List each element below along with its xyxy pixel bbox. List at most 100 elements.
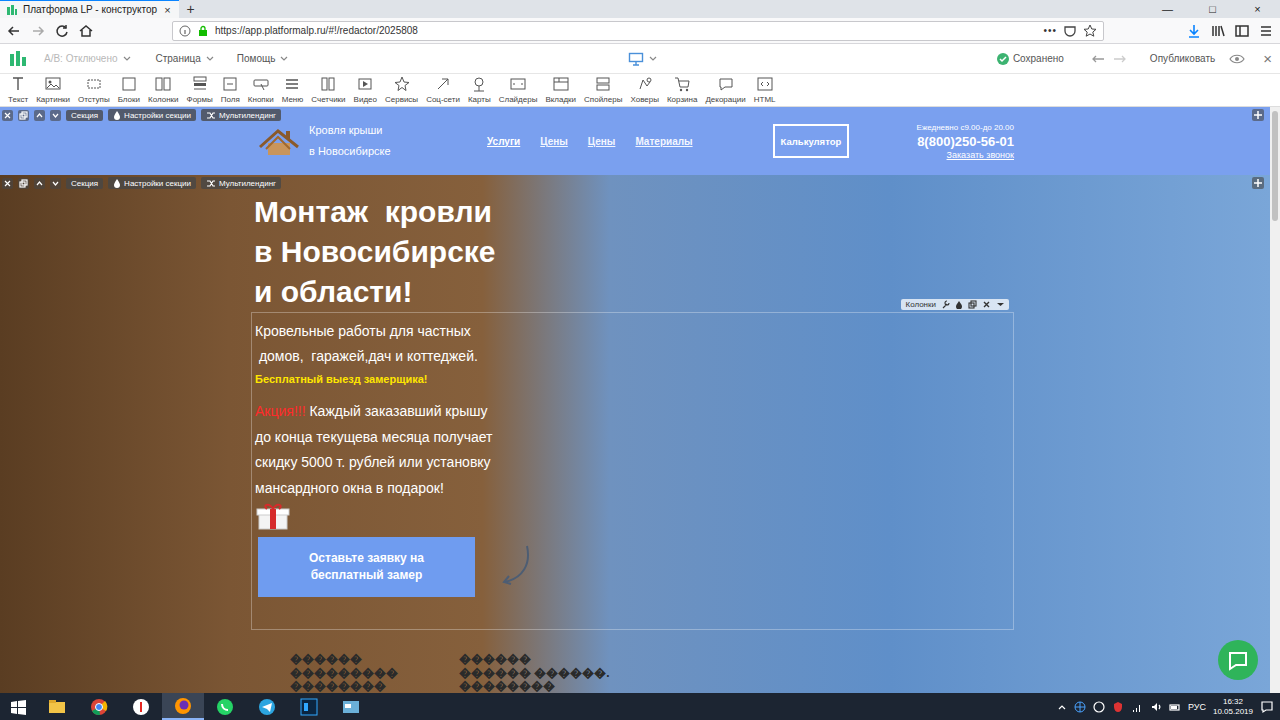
toolbar-item[interactable]: Карты [464,75,495,104]
telegram-button[interactable] [246,693,288,720]
copy-icon[interactable] [18,110,29,121]
multilanding-chip[interactable]: Мультилендинг [201,177,281,189]
yandex-browser-button[interactable] [120,693,162,720]
toolbar-item[interactable]: Вкладки [541,75,580,104]
editor-menu[interactable]: Страница [156,53,215,64]
scrollbar-thumb[interactable] [1272,111,1278,221]
pocket-icon[interactable] [1063,24,1077,38]
section-settings-chip[interactable]: Настройки секции [108,177,196,189]
close-editor-button[interactable]: × [1263,50,1272,67]
firefox-button[interactable] [162,693,204,720]
window-control-button[interactable]: □ [1190,0,1235,18]
toolbar-item[interactable]: Спойлеры [580,75,626,104]
chrome-button[interactable] [78,693,120,720]
toolbar-item[interactable]: Видео [350,75,381,104]
toolbar-item[interactable]: Отступы [74,75,114,104]
battery-icon[interactable] [1169,701,1181,713]
shield-icon[interactable] [1112,701,1124,713]
scrollbar[interactable] [1270,107,1280,693]
toolbar-item[interactable]: Блоки [114,75,144,104]
toolbar-item[interactable]: Декорации [701,75,749,104]
toolbar-item[interactable]: Счетчики [307,75,349,104]
header-menu-item[interactable]: Цены [588,136,616,147]
toolbar-item[interactable]: Колонки [144,75,183,104]
tray-expand-icon[interactable] [1057,702,1067,712]
download-icon[interactable] [1186,23,1202,39]
section-chip[interactable]: Секция [66,110,103,121]
add-section-plus-icon[interactable] [1252,109,1264,121]
device-switch[interactable] [628,52,658,66]
browser-tab[interactable]: Платформа LP - конструктор× [0,0,179,18]
callback-link[interactable]: Заказать звонок [947,150,1014,160]
forward-arrow-icon[interactable] [30,23,46,39]
clock[interactable]: 16:3210.05.2019 [1213,697,1253,717]
network-globe-icon[interactable] [1074,701,1086,713]
delete-x-icon[interactable] [982,300,991,309]
header-menu-item[interactable]: Материалы [635,136,692,147]
chevron-down-icon[interactable] [996,300,1005,309]
toolbar-item[interactable]: Сервисы [381,75,422,104]
whatsapp-button[interactable] [204,693,246,720]
toolbar-item[interactable]: Кнопки [244,75,278,104]
header-menu-item[interactable]: Цены [540,136,568,147]
chat-bubble-icon[interactable] [1218,640,1258,680]
toolbar-item[interactable]: Формы [183,75,217,104]
roof-logo-icon[interactable] [258,125,300,157]
sidebar-icon[interactable] [1234,23,1250,39]
app-window-button[interactable] [330,693,372,720]
home-icon[interactable] [78,23,94,39]
delete-x-icon[interactable] [2,178,13,189]
library-icon[interactable] [1210,23,1226,39]
toolbar-item[interactable]: HTML [750,75,780,104]
header-menu-item[interactable]: Услуги [487,136,520,147]
file-explorer-button[interactable] [36,693,78,720]
toolbar-item[interactable]: Корзина [663,75,701,104]
address-bar[interactable]: https://app.platformalp.ru/#!/redactor/2… [172,21,1104,41]
wifi-signal-icon[interactable] [1131,701,1143,713]
new-tab-button[interactable]: + [179,0,203,18]
columns-block[interactable]: КолонкиКровельные работы для частных дом… [251,312,1014,630]
input-language[interactable]: РУС [1188,702,1206,712]
photoshop-button[interactable] [288,693,330,720]
copy-icon[interactable] [18,178,29,189]
free-measurement-button[interactable]: Оставьте заявку на бесплатный замер [258,537,475,597]
windows-start-button[interactable] [0,693,36,720]
toolbar-item[interactable]: Картинки [32,75,74,104]
delete-x-icon[interactable] [2,110,13,121]
back-arrow-icon[interactable] [6,23,22,39]
preview-eye-icon[interactable] [1229,53,1245,65]
move-down-icon[interactable] [50,178,61,189]
tab-close-button[interactable]: × [162,4,172,16]
toolbar-item[interactable]: Меню [278,75,308,104]
drop-icon[interactable] [955,300,963,309]
page-actions-button[interactable]: ••• [1043,25,1057,36]
move-up-icon[interactable] [34,110,45,121]
toolbar-item[interactable]: Поля [217,75,244,104]
add-section-plus-icon[interactable] [1252,177,1264,189]
hamburger-menu-icon[interactable] [1258,23,1274,39]
window-control-button[interactable]: — [1145,0,1190,18]
toolbar-item[interactable]: Слайдеры [495,75,542,104]
reload-icon[interactable] [54,23,70,39]
phone-number[interactable]: 8(800)250-56-01 [917,134,1014,149]
volume-icon[interactable] [1150,701,1162,713]
multilanding-chip[interactable]: Мультилендинг [201,109,281,121]
notifications-icon[interactable] [1260,700,1274,714]
move-down-icon[interactable] [50,110,61,121]
logo-text[interactable]: Кровля крышив Новосибирске [309,120,479,162]
publish-button[interactable]: Опубликовать [1150,53,1215,64]
editor-menu[interactable]: Помощь [237,53,290,64]
move-up-icon[interactable] [34,178,45,189]
wrench-icon[interactable] [941,300,950,309]
platforma-logo-icon[interactable] [8,49,28,69]
toolbar-item[interactable]: Текст [4,75,32,104]
window-control-button[interactable]: × [1235,0,1280,18]
bookmark-star-icon[interactable] [1083,24,1097,38]
copy-icon[interactable] [968,300,977,309]
section-settings-chip[interactable]: Настройки секции [108,109,196,121]
toolbar-item[interactable]: Ховеры [626,75,663,104]
redo-arrow-icon[interactable] [1112,53,1128,65]
url-text[interactable]: https://app.platformalp.ru/#!/redactor/2… [215,25,1037,36]
ab-test-menu[interactable]: A/B: Отключено [44,53,132,64]
section-chip[interactable]: Секция [66,178,103,189]
